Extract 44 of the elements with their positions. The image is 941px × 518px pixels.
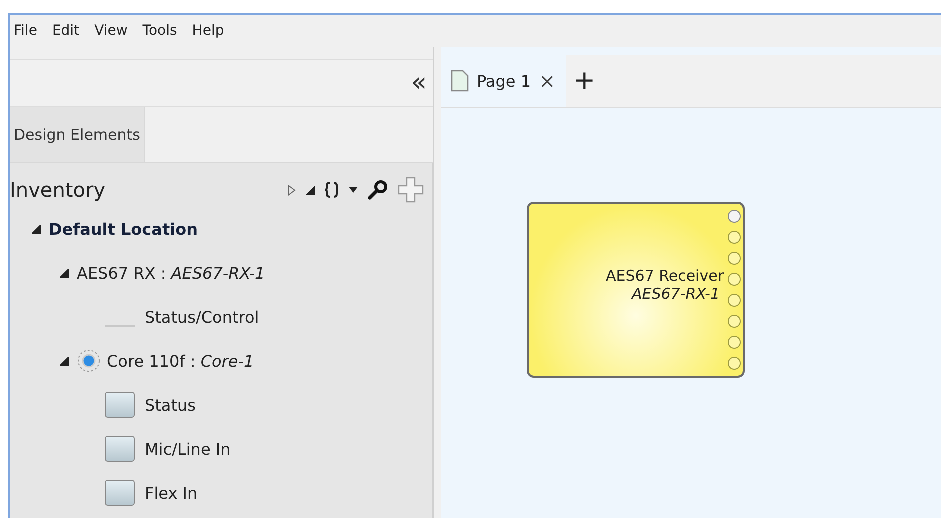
pin-icon[interactable] xyxy=(728,273,741,286)
block-icon xyxy=(105,392,135,418)
menu-item[interactable]: File xyxy=(14,23,38,39)
collapse-all-icon[interactable] xyxy=(306,186,315,194)
tree-item[interactable]: Status xyxy=(145,396,196,414)
block-title: AES67 Receiver xyxy=(606,267,724,285)
tree-item[interactable]: Default Location xyxy=(49,220,198,238)
block-icon xyxy=(105,480,135,506)
expander-icon[interactable] xyxy=(32,224,41,234)
expander-icon[interactable] xyxy=(60,268,69,278)
expand-icon[interactable] xyxy=(288,184,296,196)
component-block[interactable]: AES67 Receiver AES67-RX-1 xyxy=(527,202,745,378)
pin-icon[interactable] xyxy=(728,210,741,223)
dropdown-icon[interactable] xyxy=(349,187,358,193)
tree-item[interactable]: AES67 RX : AES67-RX-1 xyxy=(77,264,266,282)
close-icon[interactable]: × xyxy=(539,69,556,93)
collapse-button[interactable]: « xyxy=(405,68,433,98)
pin-icon[interactable] xyxy=(728,336,741,349)
menu-item[interactable]: Tools xyxy=(142,23,178,39)
radio-icon xyxy=(77,349,101,373)
pin-icon[interactable] xyxy=(728,357,741,370)
tree-item[interactable]: Flex In xyxy=(145,484,198,502)
expander-icon[interactable] xyxy=(60,356,69,366)
tab-label: Page 1 xyxy=(477,72,531,90)
tree-item[interactable]: Mic/Line In xyxy=(145,440,231,458)
block-name: AES67-RX-1 xyxy=(632,285,720,303)
page-icon xyxy=(451,70,469,92)
menu-item[interactable]: View xyxy=(94,23,128,39)
panel-tab[interactable]: Design Elements xyxy=(10,107,146,162)
add-tab-button[interactable]: + xyxy=(566,66,604,96)
search-icon[interactable] xyxy=(368,180,388,200)
plus-icon[interactable] xyxy=(398,177,424,203)
block-icon xyxy=(105,436,135,462)
menu-item[interactable]: Edit xyxy=(52,23,80,39)
braces-icon[interactable] xyxy=(325,182,339,198)
tree-item[interactable]: Core 110f : Core-1 xyxy=(107,352,254,370)
tree-item[interactable]: Status/Control xyxy=(145,308,260,326)
pin-icon[interactable] xyxy=(728,252,741,265)
pin-icon[interactable] xyxy=(728,294,741,307)
pin-icon[interactable] xyxy=(728,315,741,328)
menu-item[interactable]: Help xyxy=(192,23,224,39)
pin-icon[interactable] xyxy=(728,231,741,244)
page-tab[interactable]: Page 1 × xyxy=(441,55,566,107)
panel-title: Inventory xyxy=(10,178,106,202)
